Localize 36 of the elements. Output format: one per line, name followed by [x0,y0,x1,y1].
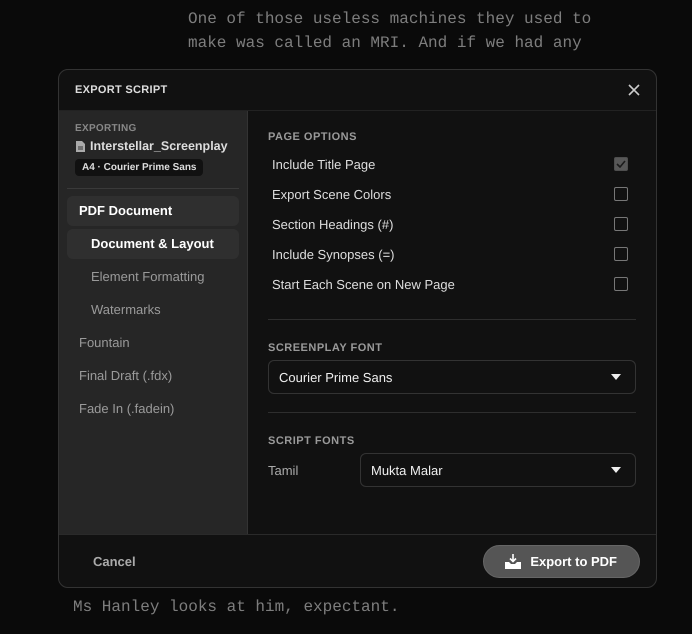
exporting-label: EXPORTING [74,123,138,134]
format-item[interactable]: Fountain [67,328,239,358]
option-label: Section Headings (#) [272,216,394,232]
section-item[interactable]: Document & Layout [67,229,239,259]
option-label: Start Each Scene on New Page [272,276,455,292]
caret-icon [611,467,621,473]
script-line: One of those useless machines they used to [188,9,592,30]
format-item[interactable]: Fade In (.fadein) [67,394,239,424]
close-icon[interactable] [628,84,640,96]
option-label: Include Title Page [272,156,376,172]
file-name: Interstellar_Screenplay [90,139,228,153]
font-dropdown[interactable]: Mukta Malar [360,453,636,487]
option-label: Export Scene Colors [272,186,392,202]
section-item[interactable]: Element Formatting [67,262,239,292]
font-dropdown[interactable]: Courier Prime Sans [268,360,636,394]
cancel-button[interactable]: Cancel [79,548,150,574]
script-line: Ms Hanley looks at him, expectant. [73,597,400,618]
download-icon [505,554,522,568]
checkbox[interactable] [614,277,628,291]
checkbox[interactable] [614,217,628,231]
section-heading: SCREENPLAY FONT [268,342,384,354]
format-item[interactable]: Final Draft (.fdx) [67,361,239,391]
caret-icon [611,374,621,380]
dialog-title: EXPORT SCRIPT [75,84,168,96]
checkbox[interactable] [614,187,628,201]
option-label: Include Synopses (=) [272,246,394,262]
format-item[interactable]: PDF Document [67,196,239,226]
section-heading: SCRIPT FONTS [268,435,356,447]
format-badge: A4 · Courier Prime Sans [75,159,204,176]
checkbox[interactable] [614,247,628,261]
section-item[interactable]: Watermarks [67,295,239,325]
script-line: make was called an MRI. And if we had any [188,33,583,54]
script-label: Tamil [268,462,300,478]
export-button[interactable]: Export to PDF [483,544,640,578]
section-heading: PAGE OPTIONS [268,131,358,143]
document-icon [76,140,85,152]
